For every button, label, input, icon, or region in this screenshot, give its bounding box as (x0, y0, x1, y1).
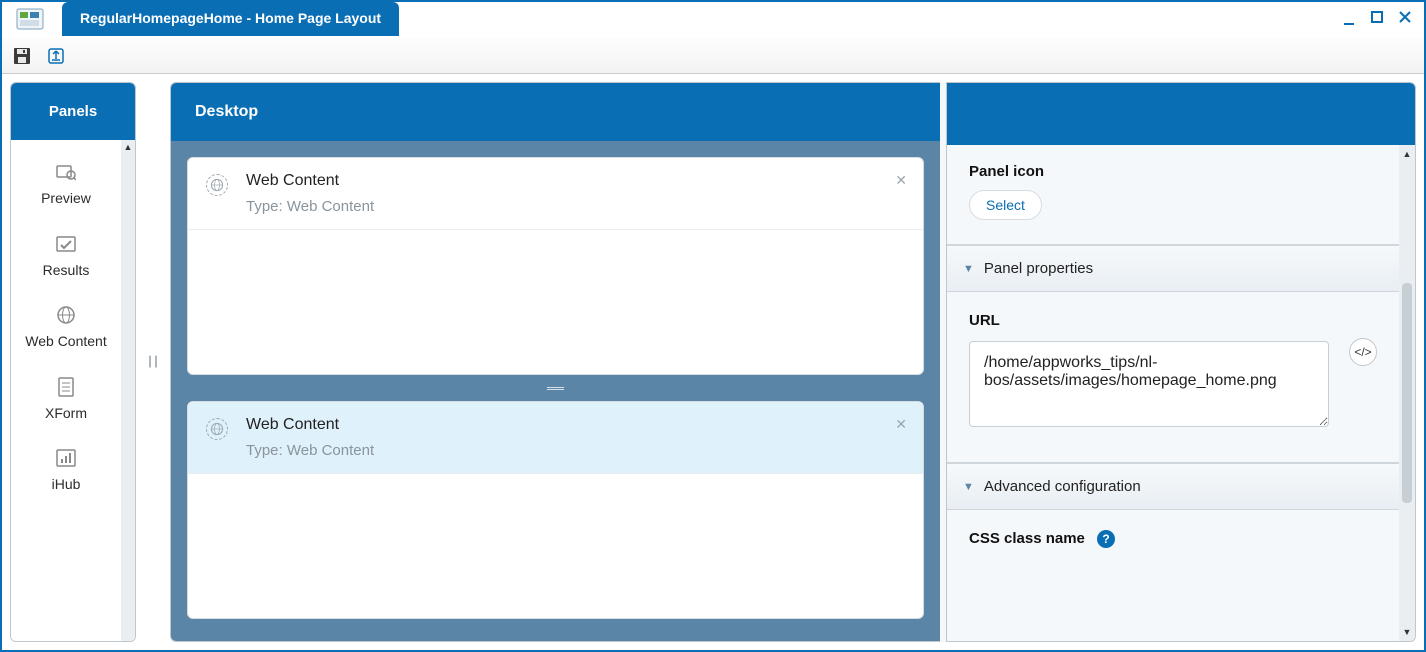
panels-sidebar-body: ▲ Preview Results Web Content (11, 140, 135, 641)
sidebar-item-label: iHub (15, 476, 117, 494)
panel-icon-group: Panel icon Select (947, 145, 1399, 245)
advanced-config-section[interactable]: ▼ Advanced configuration (947, 463, 1399, 510)
close-button[interactable] (1396, 8, 1414, 26)
sidebar-item-ihub[interactable]: iHub (11, 436, 121, 508)
xform-icon (15, 375, 117, 399)
properties-body: ▲ ▼ Panel icon Select ▼ Panel properties (947, 145, 1415, 641)
scroll-up-icon[interactable]: ▲ (121, 140, 135, 154)
app-logo-icon (2, 2, 50, 30)
panel-title: Web Content (246, 416, 374, 434)
sidebar-item-preview[interactable]: Preview (11, 150, 121, 222)
save-button[interactable] (12, 46, 32, 66)
titlebar: RegularHomepageHome - Home Page Layout (2, 2, 1424, 38)
sidebar-item-label: Web Content (15, 333, 117, 351)
section-title: Advanced configuration (984, 478, 1141, 495)
css-class-field: CSS class name ? (947, 510, 1399, 600)
panels-sidebar-header: Panels (11, 83, 135, 140)
window-controls (1340, 8, 1414, 26)
main-area: Panels ▲ Preview Results W (2, 74, 1424, 650)
vertical-gap-handle[interactable]: ══ (187, 381, 924, 395)
sidebar-item-label: Results (15, 262, 117, 280)
layout-canvas: Desktop Web Content Type: Web Content ✕ (170, 82, 940, 642)
sidebar-item-xform[interactable]: XForm (11, 365, 121, 437)
scrollbar-thumb[interactable] (1402, 283, 1412, 503)
help-icon[interactable]: ? (1097, 530, 1115, 548)
scroll-down-icon[interactable]: ▼ (1403, 625, 1412, 639)
publish-button[interactable] (46, 46, 66, 66)
panels-sidebar: Panels ▲ Preview Results W (10, 82, 136, 642)
globe-icon (15, 303, 117, 327)
css-class-label: CSS class name ? (969, 530, 1377, 548)
properties-panel: ▲ ▼ Panel icon Select ▼ Panel properties (946, 82, 1416, 642)
expression-button[interactable]: </> (1349, 338, 1377, 366)
panel-properties-section[interactable]: ▼ Panel properties (947, 245, 1399, 292)
panel-subtitle: Type: Web Content (246, 198, 374, 215)
panel-icon-label: Panel icon (969, 163, 1377, 180)
properties-header-spacer (947, 83, 1415, 145)
scroll-up-icon[interactable]: ▲ (1403, 147, 1412, 161)
globe-icon (206, 174, 228, 196)
sidebar-item-label: XForm (15, 405, 117, 423)
maximize-button[interactable] (1368, 8, 1386, 26)
document-tab[interactable]: RegularHomepageHome - Home Page Layout (62, 2, 399, 36)
panel-subtitle: Type: Web Content (246, 442, 374, 459)
panel-remove-button[interactable]: ✕ (895, 172, 907, 189)
panels-scrollbar[interactable]: ▲ (121, 140, 135, 641)
canvas-body[interactable]: Web Content Type: Web Content ✕ ══ (171, 141, 940, 641)
ihub-icon (15, 446, 117, 470)
url-input[interactable] (969, 341, 1329, 427)
sidebar-item-results[interactable]: Results (11, 222, 121, 294)
panel-remove-button[interactable]: ✕ (895, 416, 907, 433)
properties-scrollbar[interactable]: ▲ ▼ (1399, 145, 1415, 641)
results-icon (15, 232, 117, 256)
sidebar-item-web-content[interactable]: Web Content (11, 293, 121, 365)
toolbar (2, 38, 1424, 74)
url-label: URL (969, 312, 1377, 329)
chevron-down-icon: ▼ (963, 481, 974, 493)
select-icon-button[interactable]: Select (969, 190, 1042, 220)
chevron-down-icon: ▼ (963, 263, 974, 275)
globe-icon (206, 418, 228, 440)
layout-panel[interactable]: Web Content Type: Web Content ✕ (187, 157, 924, 375)
app-window: RegularHomepageHome - Home Page Layout P… (0, 0, 1426, 652)
preview-icon (15, 160, 117, 184)
canvas-header: Desktop (171, 83, 940, 141)
minimize-button[interactable] (1340, 8, 1358, 26)
layout-panel[interactable]: Web Content Type: Web Content ✕ (187, 401, 924, 619)
url-field: URL </> (947, 292, 1399, 463)
panel-title: Web Content (246, 172, 374, 190)
section-title: Panel properties (984, 260, 1093, 277)
left-splitter[interactable]: ┃┃ (148, 82, 158, 642)
sidebar-item-label: Preview (15, 190, 117, 208)
